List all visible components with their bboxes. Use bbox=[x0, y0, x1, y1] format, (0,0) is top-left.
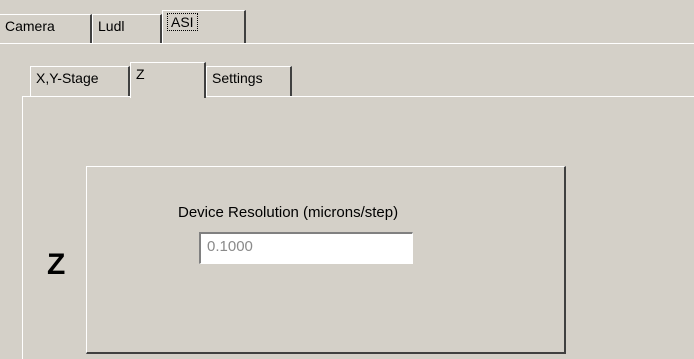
tab-settings[interactable]: Settings bbox=[206, 66, 292, 96]
tab-ludl-label: Ludl bbox=[98, 18, 125, 34]
tab-camera-label: Camera bbox=[5, 18, 55, 34]
tab-xy-stage-label: X,Y-Stage bbox=[36, 70, 99, 86]
tab-settings-label: Settings bbox=[212, 70, 263, 86]
tab-asi[interactable]: ASI bbox=[162, 10, 246, 44]
tab-z-label: Z bbox=[136, 66, 145, 82]
asi-tab-divider-right bbox=[246, 43, 694, 44]
tab-z[interactable]: Z bbox=[130, 62, 206, 98]
tab-camera[interactable]: Camera bbox=[0, 14, 92, 44]
tab-xy-stage[interactable]: X,Y-Stage bbox=[30, 66, 130, 96]
tab-asi-label: ASI bbox=[167, 13, 198, 31]
tab-ludl[interactable]: Ludl bbox=[92, 14, 162, 44]
z-tab-page bbox=[22, 96, 694, 359]
